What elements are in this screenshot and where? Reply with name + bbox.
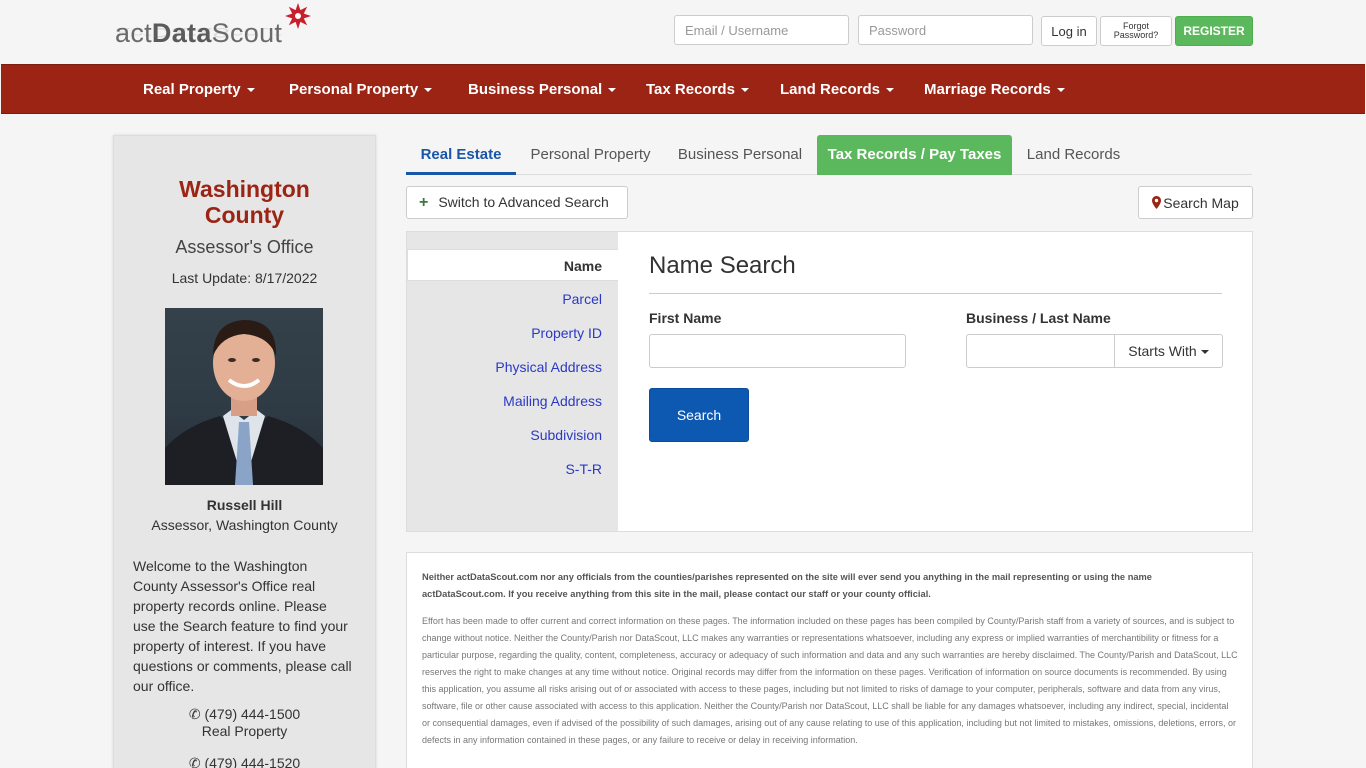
- logo-star-icon: [285, 3, 311, 29]
- nav-marriage-records[interactable]: Marriage Records: [924, 65, 1065, 115]
- official-title: Assessor, Washington County: [151, 517, 338, 533]
- search-button[interactable]: Search: [649, 388, 749, 442]
- tab-personal-property[interactable]: Personal Property: [516, 135, 665, 175]
- last-name-label: Business / Last Name: [966, 310, 1111, 326]
- nav-personal-property[interactable]: Personal Property: [289, 65, 433, 115]
- nav-tax-records[interactable]: Tax Records: [646, 65, 749, 115]
- county-name: Washington County: [179, 176, 310, 228]
- business-last-name-input[interactable]: [966, 334, 1115, 368]
- official-photo: [165, 308, 323, 485]
- last-update: Last Update: 8/17/2022: [171, 270, 318, 286]
- disclaimer-panel: Neither actDataScout.com nor any officia…: [406, 552, 1253, 768]
- caret-down-icon: [740, 88, 749, 93]
- tab-land-records[interactable]: Land Records: [1012, 135, 1135, 175]
- disclaimer-text: Effort has been made to offer current an…: [422, 616, 1238, 745]
- caret-down-icon: [886, 88, 895, 93]
- property-type-tabs: Real Estate Personal Property Business P…: [406, 135, 1252, 175]
- nav-land-records[interactable]: Land Records: [780, 65, 895, 115]
- phone-entry: ✆ (479) 444-1520: [114, 755, 375, 768]
- site-logo[interactable]: actDataScout actDataScout: [115, 2, 315, 62]
- forgot-password-button[interactable]: Forgot Password?: [1100, 16, 1172, 46]
- caret-down-icon: [246, 88, 255, 93]
- search-nav-parcel[interactable]: Parcel: [407, 283, 618, 315]
- nav-business-personal[interactable]: Business Personal: [468, 65, 617, 115]
- tab-business-personal[interactable]: Business Personal: [665, 135, 815, 175]
- starts-with-dropdown[interactable]: Starts With: [1114, 334, 1223, 368]
- search-nav-mailing-address[interactable]: Mailing Address: [407, 385, 618, 417]
- plus-icon: +: [419, 193, 429, 211]
- map-marker-icon: [1152, 195, 1162, 209]
- search-nav-subdivision[interactable]: Subdivision: [407, 419, 618, 451]
- search-nav-name[interactable]: Name: [407, 249, 618, 281]
- office-name: Assessor's Office: [175, 237, 314, 257]
- county-sidebar: Washington County Assessor's Office Last …: [113, 135, 376, 768]
- nav-real-property[interactable]: Real Property: [143, 65, 255, 115]
- search-nav-property-id[interactable]: Property ID: [407, 317, 618, 349]
- caret-down-icon: [608, 88, 617, 93]
- login-button[interactable]: Log in: [1041, 16, 1097, 46]
- caret-down-icon: [1200, 350, 1209, 355]
- search-nav-s-t-r[interactable]: S-T-R: [407, 453, 618, 485]
- welcome-text: Welcome to the Washington County Assesso…: [133, 558, 352, 694]
- mail-notice: Neither actDataScout.com nor any officia…: [422, 572, 1152, 599]
- phone-number[interactable]: (479) 444-1500: [204, 706, 300, 722]
- advanced-search-label: Switch to Advanced Search: [438, 193, 609, 210]
- advanced-search-button[interactable]: + Switch to Advanced Search: [406, 186, 628, 219]
- phone-label: Real Property: [201, 723, 288, 739]
- search-map-label: Search Map: [1163, 194, 1239, 211]
- tab-tax-records-pay-taxes[interactable]: Tax Records / Pay Taxes: [817, 135, 1012, 175]
- main-navbar: Real Property Personal Property Business…: [1, 64, 1365, 114]
- forgot-line-2: Password?: [1113, 30, 1159, 40]
- register-button[interactable]: REGISTER: [1175, 16, 1253, 46]
- search-panel: Name Parcel Property ID Physical Address…: [406, 231, 1253, 532]
- search-title: Name Search: [649, 252, 796, 279]
- search-type-nav: Name Parcel Property ID Physical Address…: [407, 232, 618, 531]
- logo-reflection: actDataScout: [115, 25, 283, 40]
- search-nav-physical-address[interactable]: Physical Address: [407, 351, 618, 383]
- caret-down-icon: [424, 88, 433, 93]
- caret-down-icon: [1056, 88, 1065, 93]
- top-header: actDataScout actDataScout Log in ForgotP…: [0, 0, 1366, 64]
- password-input[interactable]: [858, 15, 1033, 45]
- phone-icon: ✆: [188, 706, 201, 722]
- phone-number[interactable]: (479) 444-1520: [204, 755, 300, 768]
- tab-real-estate[interactable]: Real Estate: [406, 135, 516, 175]
- search-map-button[interactable]: Search Map: [1138, 186, 1253, 219]
- first-name-input[interactable]: [649, 334, 906, 368]
- starts-with-label: Starts With: [1128, 343, 1197, 359]
- email-username-input[interactable]: [674, 15, 849, 45]
- phone-icon: ✆: [188, 755, 201, 768]
- first-name-label: First Name: [649, 310, 722, 326]
- title-divider: [649, 293, 1222, 294]
- official-name: Russell Hill: [206, 497, 283, 513]
- phone-entry: ✆ (479) 444-1500 Real Property: [114, 706, 375, 739]
